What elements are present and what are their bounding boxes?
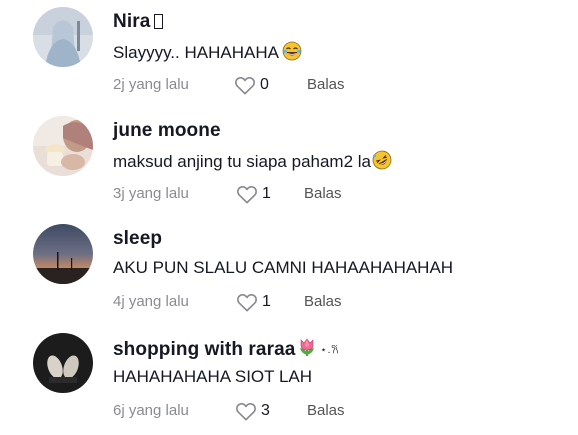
tears-of-joy-emoji-icon [282, 41, 302, 61]
reply-button[interactable]: Balas [304, 293, 342, 310]
like-count: 1 [262, 185, 271, 202]
reply-button[interactable]: Balas [307, 76, 345, 93]
username[interactable]: sleep [113, 228, 162, 250]
avatar[interactable] [33, 116, 93, 176]
reply-button[interactable]: Balas [307, 402, 345, 419]
like-count: 1 [262, 293, 271, 310]
avatar[interactable] [33, 333, 93, 393]
like-button[interactable]: 0 [234, 73, 269, 97]
timestamp: 2j yang lalu [113, 76, 189, 93]
heart-icon [237, 185, 257, 204]
reply-button[interactable]: Balas [304, 185, 342, 202]
unsupported-glyph-icon [154, 14, 164, 29]
comment-item: Nira Slayyyy.. HAHAHAHA 2j yang lalu 0 B… [0, 0, 578, 109]
like-button[interactable]: 3 [235, 399, 270, 423]
avatar[interactable] [33, 224, 93, 284]
timestamp: 3j yang lalu [113, 185, 189, 202]
username-suffix: ⋆.𐙚 [320, 345, 340, 356]
avatar[interactable] [33, 7, 93, 67]
heart-icon [235, 76, 255, 95]
comment-meta: 6j yang lalu 3 Balas [113, 399, 413, 423]
heart-icon [236, 402, 256, 421]
like-button[interactable]: 1 [236, 290, 271, 314]
username[interactable]: june moone [113, 120, 221, 142]
comment-text: maksud anjing tu siapa paham2 la [113, 150, 392, 172]
timestamp: 6j yang lalu [113, 402, 189, 419]
tulip-emoji-icon [297, 337, 317, 357]
comment-item: sleep AKU PUN SLALU CAMNI HAHAAHAHAHAH 4… [0, 217, 578, 326]
comment-text: Slayyyy.. HAHAHAHA [113, 41, 302, 63]
heart-icon [237, 293, 257, 312]
timestamp: 4j yang lalu [113, 293, 189, 310]
username[interactable]: shopping with raraa ⋆.𐙚 [113, 337, 339, 361]
comment-meta: 2j yang lalu 0 Balas [113, 73, 413, 97]
comment-text: AKU PUN SLALU CAMNI HAHAAHAHAHAH [113, 258, 454, 277]
like-count: 0 [260, 76, 269, 93]
like-button[interactable]: 1 [236, 182, 271, 206]
comment-meta: 4j yang lalu 1 Balas [113, 290, 413, 314]
username[interactable]: Nira [113, 11, 164, 33]
comment-item: june moone maksud anjing tu siapa paham2… [0, 109, 578, 218]
comment-item: shopping with raraa ⋆.𐙚 HAHAHAHAHA SIOT … [0, 326, 578, 435]
rolling-on-floor-laughing-emoji-icon [372, 150, 392, 170]
comment-text: HAHAHAHAHA SIOT LAH [113, 367, 313, 386]
comment-meta: 3j yang lalu 1 Balas [113, 182, 413, 206]
like-count: 3 [261, 402, 270, 419]
